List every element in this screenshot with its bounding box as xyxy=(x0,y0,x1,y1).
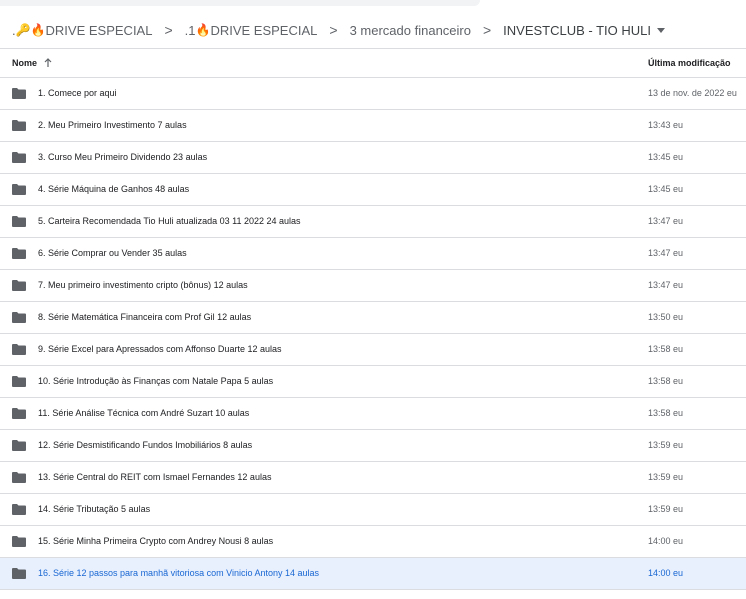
folder-icon xyxy=(12,280,26,291)
chevron-right-icon: > xyxy=(329,22,338,38)
folder-name: 5. Carteira Recomendada Tio Huli atualiz… xyxy=(38,216,301,226)
breadcrumb-item-mercado-financeiro[interactable]: 3 mercado financeiro xyxy=(348,23,473,38)
folder-icon xyxy=(12,440,26,451)
folder-name: 10. Série Introdução às Finanças com Nat… xyxy=(38,376,274,386)
folder-icon xyxy=(12,216,26,227)
breadcrumb-prefix: .1 xyxy=(184,22,196,38)
breadcrumb-item-drive-especial[interactable]: . 🔑 🔥 DRIVE ESPECIAL xyxy=(10,23,154,38)
folder-icon xyxy=(12,344,26,355)
breadcrumb-item-current-folder[interactable]: INVESTCLUB - TIO HULI xyxy=(501,23,667,38)
folder-name: 7. Meu primeiro investimento cripto (bôn… xyxy=(38,280,248,290)
folder-name: 15. Série Minha Primeira Crypto com Andr… xyxy=(38,536,274,546)
folder-icon xyxy=(12,120,26,131)
column-modified-header[interactable]: Última modificação xyxy=(648,58,731,68)
breadcrumb-label: DRIVE ESPECIAL xyxy=(45,22,153,38)
fire-icon: 🔥 xyxy=(195,23,211,37)
list-header: Nome Última modificação xyxy=(0,48,746,78)
folder-name: 2. Meu Primeiro Investimento 7 aulas xyxy=(38,120,187,130)
folder-row[interactable]: 16. Série 12 passos para manhã vitoriosa… xyxy=(0,558,746,590)
folder-icon xyxy=(12,568,26,579)
folder-row[interactable]: 9. Série Excel para Apressados com Affon… xyxy=(0,334,746,366)
modified-date: 13:47 eu xyxy=(648,280,684,290)
folder-icon xyxy=(12,536,26,547)
folder-name: 9. Série Excel para Apressados com Affon… xyxy=(38,344,282,354)
folder-row[interactable]: 4. Série Máquina de Ganhos 48 aulas 13:45… xyxy=(0,174,746,206)
folder-name: 4. Série Máquina de Ganhos 48 aulas xyxy=(38,184,190,194)
sort-by-name-header[interactable]: Nome xyxy=(12,58,53,68)
breadcrumb-label: 3 mercado financeiro xyxy=(349,22,471,38)
folder-name: 12. Série Desmistificando Fundos Imobili… xyxy=(38,440,253,450)
folder-icon xyxy=(12,376,26,387)
folder-icon xyxy=(12,184,26,195)
folder-row[interactable]: 2. Meu Primeiro Investimento 7 aulas 13:4… xyxy=(0,110,746,142)
column-name-label: Nome xyxy=(12,58,38,68)
folder-icon xyxy=(12,504,26,515)
file-list: 1. Comece por aqui 13 de nov. de 2022 eu 2… xyxy=(0,78,746,590)
modified-date: 13:47 eu xyxy=(648,248,684,258)
folder-row[interactable]: 12. Série Desmistificando Fundos Imobili… xyxy=(0,430,746,462)
modified-date: 13:58 eu xyxy=(648,344,684,354)
folder-name: 1. Comece por aqui xyxy=(38,88,117,98)
folder-name: 13. Série Central do REIT com Ismael Fer… xyxy=(38,472,272,482)
top-bar xyxy=(0,0,746,8)
folder-name: 3. Curso Meu Primeiro Dividendo 23 aulas xyxy=(38,152,208,162)
modified-date: 13:50 eu xyxy=(648,312,684,322)
folder-row[interactable]: 14. Série Tributação 5 aulas 13:59 eu xyxy=(0,494,746,526)
modified-date: 14:00 eu xyxy=(648,568,684,578)
folder-icon xyxy=(12,312,26,323)
folder-row[interactable]: 6. Série Comprar ou Vender 35 aulas 13:47… xyxy=(0,238,746,270)
chevron-right-icon: > xyxy=(482,22,492,38)
folder-row[interactable]: 3. Curso Meu Primeiro Dividendo 23 aulas… xyxy=(0,142,746,174)
folder-name: 6. Série Comprar ou Vender 35 aulas xyxy=(38,248,187,258)
folder-row[interactable]: 13. Série Central do REIT com Ismael Fer… xyxy=(0,462,746,494)
modified-date: 13:58 eu xyxy=(648,376,684,386)
folder-name: 11. Série Análise Técnica com André Suza… xyxy=(38,408,250,418)
breadcrumb-item-drive-especial-1[interactable]: .1 🔥 DRIVE ESPECIAL xyxy=(183,23,320,38)
folder-row[interactable]: 1. Comece por aqui 13 de nov. de 2022 eu xyxy=(0,78,746,110)
folder-icon xyxy=(12,472,26,483)
breadcrumb: . 🔑 🔥 DRIVE ESPECIAL > .1 🔥 DRIVE ESPECI… xyxy=(10,14,667,46)
modified-date: 13:59 eu xyxy=(648,440,684,450)
folder-name: 16. Série 12 passos para manhã vitoriosa… xyxy=(38,568,319,578)
folder-icon xyxy=(12,408,26,419)
chevron-right-icon: > xyxy=(164,22,173,38)
modified-date: 14:00 eu xyxy=(648,536,684,546)
modified-date: 13:45 eu xyxy=(648,184,684,194)
modified-date: 13 de nov. de 2022 eu xyxy=(648,88,737,98)
folder-row[interactable]: 5. Carteira Recomendada Tio Huli atualiz… xyxy=(0,206,746,238)
folder-icon xyxy=(12,88,26,99)
key-icon: 🔑 xyxy=(15,23,31,37)
folder-row[interactable]: 11. Série Análise Técnica com André Suza… xyxy=(0,398,746,430)
modified-date: 13:45 eu xyxy=(648,152,684,162)
folder-row[interactable]: 10. Série Introdução às Finanças com Nat… xyxy=(0,366,746,398)
modified-date: 13:59 eu xyxy=(648,504,684,514)
breadcrumb-label: DRIVE ESPECIAL xyxy=(210,22,318,38)
modified-date: 13:58 eu xyxy=(648,408,684,418)
search-bar-edge[interactable] xyxy=(0,0,480,6)
folder-name: 14. Série Tributação 5 aulas xyxy=(38,504,151,514)
modified-date: 13:59 eu xyxy=(648,472,684,482)
folder-icon xyxy=(12,248,26,259)
modified-date: 13:47 eu xyxy=(648,216,684,226)
folder-row[interactable]: 7. Meu primeiro investimento cripto (bôn… xyxy=(0,270,746,302)
breadcrumb-label: INVESTCLUB - TIO HULI xyxy=(503,22,652,38)
folder-name: 8. Série Matemática Financeira com Prof … xyxy=(38,312,252,322)
folder-icon xyxy=(12,152,26,163)
modified-date: 13:43 eu xyxy=(648,120,684,130)
arrow-up-icon[interactable] xyxy=(43,58,53,68)
folder-row[interactable]: 15. Série Minha Primeira Crypto com Andr… xyxy=(0,526,746,558)
fire-icon: 🔥 xyxy=(30,23,46,37)
dropdown-arrow-icon[interactable] xyxy=(657,27,666,33)
folder-row[interactable]: 8. Série Matemática Financeira com Prof … xyxy=(0,302,746,334)
